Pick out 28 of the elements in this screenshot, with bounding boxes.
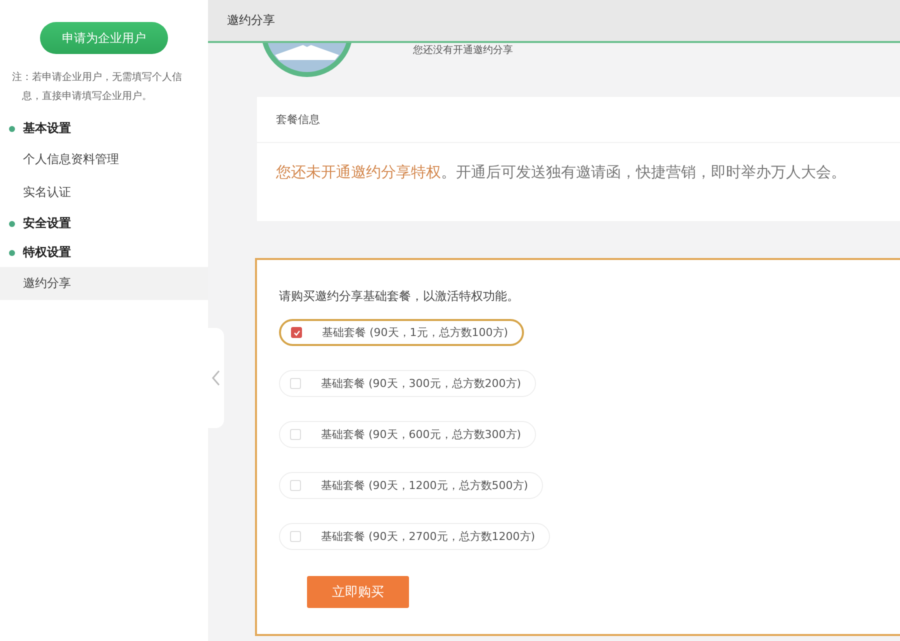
card-title: 套餐信息 bbox=[276, 112, 320, 127]
chevron-left-icon bbox=[211, 369, 221, 387]
collapse-tab[interactable] bbox=[208, 328, 224, 428]
option-label: 基础套餐 (90天，1元，总方数100方) bbox=[322, 325, 508, 340]
section-title: 基本设置 bbox=[23, 120, 71, 137]
bullet-icon bbox=[9, 220, 15, 226]
section-title: 安全设置 bbox=[23, 215, 71, 232]
note-text: 注：若申请企业用户，无需填写个人信息，直接申请填写企业用户。 bbox=[12, 70, 183, 104]
package-option[interactable]: 基础套餐 (90天，2700元，总方数1200方) bbox=[279, 523, 550, 550]
page-title: 邀约分享 bbox=[227, 12, 275, 29]
sidebar-item[interactable]: 个人信息资料管理 bbox=[0, 143, 208, 176]
prompt-text: 请购买邀约分享基础套餐，以激活特权功能。 bbox=[279, 288, 520, 305]
sidebar-item[interactable]: 实名认证 bbox=[0, 176, 208, 209]
package-option[interactable]: 基础套餐 (90天，300元，总方数200方) bbox=[279, 370, 536, 397]
option-label: 基础套餐 (90天，600元，总方数300方) bbox=[321, 427, 522, 442]
package-option[interactable]: 基础套餐 (90天，600元，总方数300方) bbox=[279, 421, 536, 448]
bullet-icon bbox=[9, 126, 15, 132]
bullet-icon bbox=[9, 250, 15, 256]
option-label: 基础套餐 (90天，1200元，总方数500方) bbox=[321, 478, 528, 493]
package-option[interactable]: 基础套餐 (90天，1元，总方数100方) bbox=[279, 319, 524, 346]
checkbox[interactable] bbox=[291, 327, 302, 338]
option-label: 基础套餐 (90天，2700元，总方数1200方) bbox=[321, 529, 536, 544]
sidebar-item[interactable]: 邀约分享 bbox=[0, 267, 208, 300]
section-title: 特权设置 bbox=[23, 244, 71, 261]
status-text: 您还没有开通邀约分享 bbox=[413, 44, 513, 57]
package-option[interactable]: 基础套餐 (90天，1200元，总方数500方) bbox=[279, 472, 544, 499]
notice-text: 您还未开通邀约分享特权。开通后可发送独有邀请函，快捷营销，即时举办万人大会。 bbox=[276, 163, 847, 182]
option-label: 基础套餐 (90天，300元，总方数200方) bbox=[321, 376, 522, 391]
